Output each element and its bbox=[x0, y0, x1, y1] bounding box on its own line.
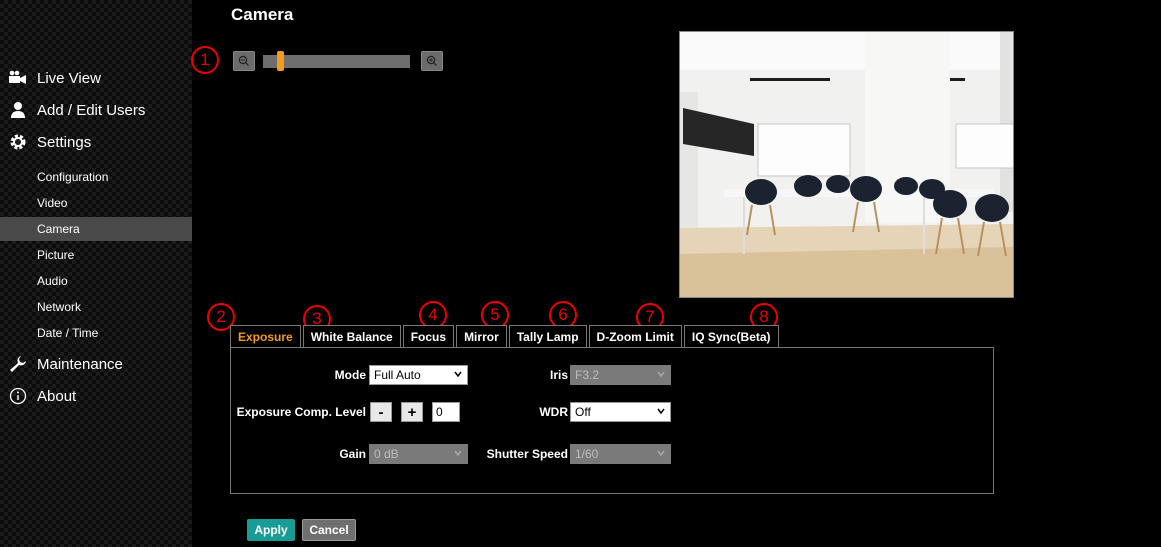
tab-mirror[interactable]: Mirror bbox=[456, 325, 507, 348]
sidebar-item-label: Audio bbox=[37, 274, 68, 288]
zoom-slider-track[interactable] bbox=[263, 55, 410, 68]
sidebar-item-label: Live View bbox=[37, 69, 101, 87]
sidebar-item-label: Network bbox=[37, 300, 82, 314]
sidebar-item-label: Maintenance bbox=[37, 355, 123, 373]
exposure-comp-input[interactable]: 0 bbox=[432, 402, 460, 422]
sidebar-item-label: Camera bbox=[37, 222, 80, 236]
tab-exposure[interactable]: Exposure bbox=[230, 325, 301, 348]
tab-d-zoom-limit[interactable]: D-Zoom Limit bbox=[588, 325, 682, 348]
shutter-speed-select-value: 1/60 bbox=[575, 447, 599, 461]
zoom-in-button[interactable] bbox=[421, 51, 443, 71]
sidebar-item-label: Date / Time bbox=[37, 326, 99, 340]
sidebar-item-add-edit-users[interactable]: Add / Edit Users bbox=[8, 98, 145, 122]
iris-select[interactable]: F3.2 bbox=[570, 365, 671, 385]
marker-1: 1 bbox=[191, 46, 219, 74]
sidebar-item-label: Video bbox=[37, 196, 68, 210]
zoom-out-icon bbox=[238, 55, 249, 66]
zoom-out-button[interactable] bbox=[233, 51, 255, 71]
chevron-down-icon bbox=[454, 450, 462, 457]
gear-icon bbox=[8, 132, 28, 152]
sidebar-item-audio[interactable]: Audio bbox=[0, 269, 192, 293]
cancel-button[interactable]: Cancel bbox=[302, 519, 356, 541]
sidebar: Live View Add / Edit Users Settings Conf… bbox=[0, 0, 192, 547]
shutter-speed-label: Shutter Speed bbox=[486, 447, 568, 461]
tab-iq-sync[interactable]: IQ Sync(Beta) bbox=[683, 325, 779, 348]
zoom-slider-handle[interactable] bbox=[277, 51, 284, 71]
sidebar-item-picture[interactable]: Picture bbox=[0, 243, 192, 267]
mode-select-value: Full Auto bbox=[374, 368, 421, 382]
sidebar-item-label: About bbox=[37, 387, 77, 405]
sidebar-item-label: Settings bbox=[37, 133, 92, 151]
sidebar-item-video[interactable]: Video bbox=[0, 191, 192, 215]
sidebar-item-date-time[interactable]: Date / Time bbox=[0, 321, 192, 345]
tab-bar: Exposure White Balance Focus Mirror Tall… bbox=[230, 325, 781, 348]
wdr-select-value: Off bbox=[575, 405, 591, 419]
wdr-label: WDR bbox=[539, 405, 568, 419]
chevron-down-icon bbox=[657, 408, 665, 415]
shutter-speed-select[interactable]: 1/60 bbox=[570, 444, 671, 464]
zoom-in-icon bbox=[426, 55, 437, 66]
camera-preview bbox=[679, 31, 1014, 298]
exposure-comp-minus-button[interactable]: - bbox=[370, 402, 392, 422]
mode-label: Mode bbox=[334, 368, 366, 382]
tab-tally-lamp[interactable]: Tally Lamp bbox=[508, 325, 587, 348]
chevron-down-icon bbox=[454, 371, 462, 378]
preview-image bbox=[680, 32, 1013, 297]
chevron-down-icon bbox=[657, 371, 665, 378]
chevron-down-icon bbox=[657, 450, 665, 457]
tab-focus[interactable]: Focus bbox=[402, 325, 455, 348]
sidebar-item-camera[interactable]: Camera bbox=[0, 217, 192, 241]
tab-white-balance[interactable]: White Balance bbox=[302, 325, 401, 348]
mode-select[interactable]: Full Auto bbox=[369, 365, 468, 385]
video-camera-icon bbox=[8, 68, 28, 88]
page-title: Camera bbox=[231, 5, 294, 24]
exposure-comp-label: Exposure Comp. Level bbox=[236, 405, 366, 419]
sidebar-item-about[interactable]: About bbox=[8, 384, 76, 408]
info-icon bbox=[8, 386, 28, 406]
sidebar-item-maintenance[interactable]: Maintenance bbox=[8, 352, 123, 376]
sidebar-item-live-view[interactable]: Live View bbox=[8, 66, 101, 90]
sidebar-item-configuration[interactable]: Configuration bbox=[0, 165, 192, 189]
sidebar-item-label: Add / Edit Users bbox=[37, 101, 146, 119]
iris-label: Iris bbox=[549, 368, 568, 382]
apply-button[interactable]: Apply bbox=[247, 519, 295, 541]
wdr-select[interactable]: Off bbox=[570, 402, 671, 422]
gain-select-value: 0 dB bbox=[374, 447, 399, 461]
exposure-comp-plus-button[interactable]: + bbox=[401, 402, 423, 422]
sidebar-item-label: Configuration bbox=[37, 170, 109, 184]
sidebar-item-settings[interactable]: Settings bbox=[8, 130, 91, 154]
sidebar-item-network[interactable]: Network bbox=[0, 295, 192, 319]
iris-select-value: F3.2 bbox=[575, 368, 600, 382]
gain-label: Gain bbox=[339, 447, 366, 461]
wrench-icon bbox=[8, 354, 28, 374]
sidebar-item-label: Picture bbox=[37, 248, 75, 262]
gain-select[interactable]: 0 dB bbox=[369, 444, 468, 464]
user-icon bbox=[8, 100, 28, 120]
